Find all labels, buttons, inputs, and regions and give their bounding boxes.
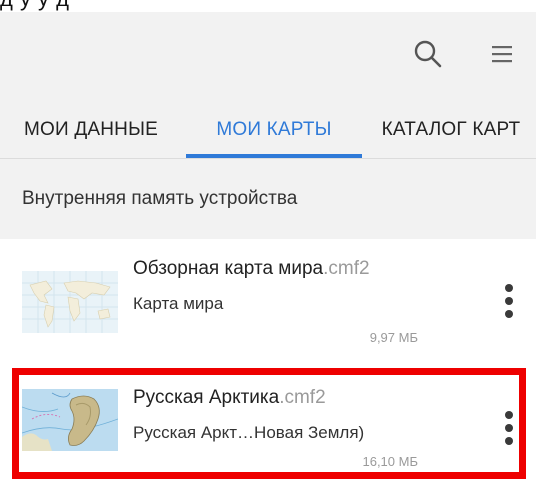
- menu-button[interactable]: [480, 32, 524, 76]
- app-bar: [0, 12, 536, 102]
- item-name: Обзорная карта мира: [133, 258, 324, 279]
- item-size: 16,10 МБ: [362, 454, 418, 469]
- more-vertical-icon[interactable]: [494, 406, 524, 450]
- section-header: Внутренняя память устройства: [0, 159, 536, 239]
- item-title: Русская Арктика.cmf2: [133, 387, 326, 409]
- list-item-world-map[interactable]: Обзорная карта мира.cmf2 Карта мира 9,97…: [0, 239, 536, 357]
- search-button[interactable]: [406, 32, 450, 76]
- tab-bar: МОИ ДАННЫЕ МОИ КАРТЫ КАТАЛОГ КАРТ: [0, 102, 536, 158]
- item-subtitle: Карта мира: [133, 294, 224, 313]
- item-extension: .cmf2: [279, 387, 326, 408]
- menu-icon: [492, 46, 512, 63]
- top-fragment-text: д у у д: [0, 0, 70, 12]
- list-item-russian-arctic[interactable]: Русская Арктика.cmf2 Русская Аркт…Новая …: [0, 357, 536, 486]
- top-text-fragment: д у у д: [0, 0, 536, 12]
- item-title: Обзорная карта мира.cmf2: [133, 258, 370, 280]
- item-name: Русская Арктика: [133, 387, 280, 408]
- search-icon: [414, 40, 442, 68]
- map-thumbnail: [22, 389, 118, 451]
- item-size: 9,97 МБ: [369, 330, 418, 345]
- tab-my-maps[interactable]: МОИ КАРТЫ: [186, 102, 362, 158]
- more-vertical-icon[interactable]: [494, 279, 524, 323]
- item-subtitle: Русская Аркт…Новая Земля): [133, 423, 365, 442]
- tab-map-catalog[interactable]: КАТАЛОГ КАРТ: [366, 102, 536, 158]
- map-thumbnail: [22, 271, 118, 333]
- tab-my-data[interactable]: МОИ ДАННЫЕ: [0, 102, 182, 158]
- item-extension: .cmf2: [323, 258, 370, 279]
